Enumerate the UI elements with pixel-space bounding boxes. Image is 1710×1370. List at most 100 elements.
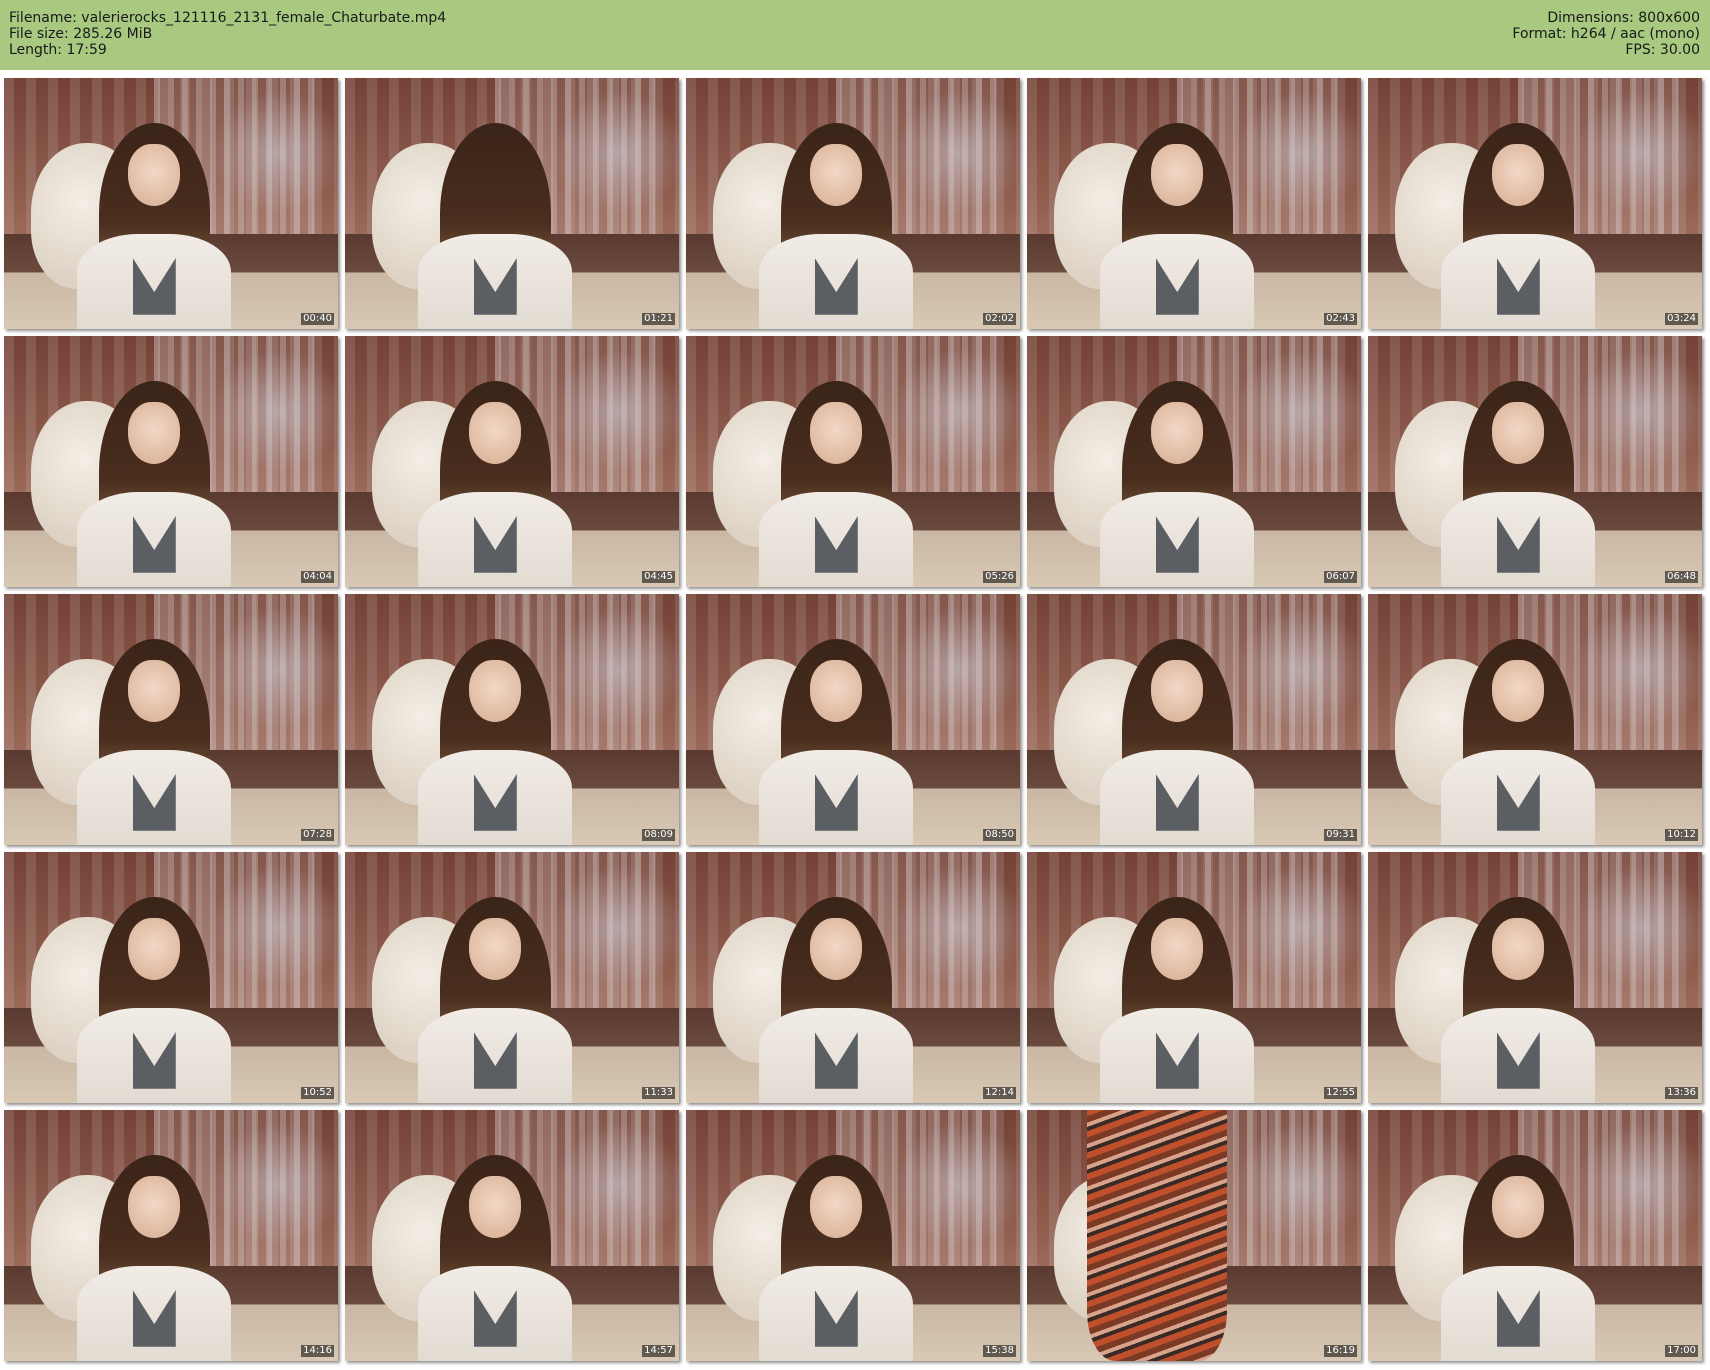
video-thumbnail[interactable]: 12:55: [1027, 852, 1361, 1103]
shirt: [1441, 492, 1596, 587]
video-thumbnail[interactable]: 06:48: [1368, 336, 1702, 587]
shirt: [77, 492, 232, 587]
face: [128, 1175, 181, 1238]
video-thumbnail[interactable]: 08:50: [686, 594, 1020, 845]
video-thumbnail[interactable]: 07:28: [4, 594, 338, 845]
face: [1492, 143, 1545, 206]
video-thumbnail[interactable]: 14:57: [345, 1110, 679, 1361]
timestamp-label: 06:48: [1665, 571, 1698, 583]
shirt: [759, 1008, 914, 1103]
person: [1441, 897, 1596, 1103]
video-thumbnail[interactable]: 10:52: [4, 852, 338, 1103]
shirt: [77, 1008, 232, 1103]
video-thumbnail[interactable]: 04:45: [345, 336, 679, 587]
timestamp-label: 12:14: [983, 1087, 1016, 1099]
video-thumbnail[interactable]: 10:12: [1368, 594, 1702, 845]
face: [128, 143, 181, 206]
face: [810, 143, 863, 206]
timestamp-label: 02:02: [983, 313, 1016, 325]
face: [1492, 659, 1545, 722]
filesize-text: File size: 285.26 MiB: [9, 26, 153, 42]
shirt: [1100, 1008, 1255, 1103]
timestamp-label: 08:50: [983, 829, 1016, 841]
thumbnail-grid: 00:40 01:21 02:02 02:43 03:24 04:04 04:45 05:26…: [4, 78, 1706, 1366]
person: [418, 123, 573, 329]
video-thumbnail[interactable]: 02:02: [686, 78, 1020, 329]
timestamp-label: 08:09: [642, 829, 675, 841]
video-thumbnail[interactable]: 12:14: [686, 852, 1020, 1103]
person: [418, 897, 573, 1103]
face: [469, 1175, 522, 1238]
person: [759, 639, 914, 845]
shirt: [418, 1266, 573, 1361]
timestamp-label: 13:36: [1665, 1087, 1698, 1099]
shirt: [77, 1266, 232, 1361]
person: [77, 381, 232, 587]
video-thumbnail[interactable]: 03:24: [1368, 78, 1702, 329]
video-thumbnail[interactable]: 06:07: [1027, 336, 1361, 587]
timestamp-label: 07:28: [301, 829, 334, 841]
face: [1151, 143, 1204, 206]
timestamp-label: 09:31: [1324, 829, 1357, 841]
video-thumbnail[interactable]: 11:33: [345, 852, 679, 1103]
timestamp-label: 10:12: [1665, 829, 1698, 841]
timestamp-label: 14:57: [642, 1345, 675, 1357]
timestamp-label: 14:16: [301, 1345, 334, 1357]
face: [810, 401, 863, 464]
video-thumbnail[interactable]: 01:21: [345, 78, 679, 329]
person: [1100, 381, 1255, 587]
face: [1492, 917, 1545, 980]
info-header: Filename: valerierocks_121116_2131_femal…: [0, 0, 1710, 70]
shirt: [418, 1008, 573, 1103]
video-thumbnail[interactable]: 09:31: [1027, 594, 1361, 845]
timestamp-label: 01:21: [642, 313, 675, 325]
file-info: Filename: valerierocks_121116_2131_femal…: [9, 10, 446, 58]
person: [759, 897, 914, 1103]
video-thumbnail[interactable]: 08:09: [345, 594, 679, 845]
person: [759, 1155, 914, 1361]
person: [77, 639, 232, 845]
shirt: [77, 234, 232, 329]
timestamp-label: 06:07: [1324, 571, 1357, 583]
person: [1441, 123, 1596, 329]
face: [1151, 659, 1204, 722]
person: [77, 123, 232, 329]
format-text: Format: h264 / aac (mono): [1512, 26, 1700, 42]
timestamp-label: 02:43: [1324, 313, 1357, 325]
person: [418, 1155, 573, 1361]
person: [418, 381, 573, 587]
stream-info: Dimensions: 800x600 Format: h264 / aac (…: [1512, 10, 1700, 58]
shirt: [418, 234, 573, 329]
shirt: [418, 750, 573, 845]
face: [469, 659, 522, 722]
timestamp-label: 03:24: [1665, 313, 1698, 325]
timestamp-label: 04:45: [642, 571, 675, 583]
video-thumbnail[interactable]: 16:19: [1027, 1110, 1361, 1361]
timestamp-label: 04:04: [301, 571, 334, 583]
shirt: [1441, 234, 1596, 329]
shirt: [1100, 750, 1255, 845]
video-thumbnail[interactable]: 15:38: [686, 1110, 1020, 1361]
shirt: [759, 234, 914, 329]
shirt: [759, 750, 914, 845]
face: [128, 917, 181, 980]
video-thumbnail[interactable]: 00:40: [4, 78, 338, 329]
video-thumbnail[interactable]: 14:16: [4, 1110, 338, 1361]
video-thumbnail[interactable]: 04:04: [4, 336, 338, 587]
face: [810, 1175, 863, 1238]
person: [77, 1155, 232, 1361]
shirt: [759, 492, 914, 587]
timestamp-label: 17:00: [1665, 1345, 1698, 1357]
length-text: Length: 17:59: [9, 42, 107, 58]
face: [1492, 401, 1545, 464]
person: [759, 123, 914, 329]
video-thumbnail[interactable]: 17:00: [1368, 1110, 1702, 1361]
video-thumbnail[interactable]: 13:36: [1368, 852, 1702, 1103]
video-thumbnail[interactable]: 05:26: [686, 336, 1020, 587]
face: [128, 401, 181, 464]
video-thumbnail[interactable]: 02:43: [1027, 78, 1361, 329]
shirt: [1100, 492, 1255, 587]
face: [810, 917, 863, 980]
face: [1151, 401, 1204, 464]
fps-text: FPS: 30.00: [1625, 42, 1700, 58]
